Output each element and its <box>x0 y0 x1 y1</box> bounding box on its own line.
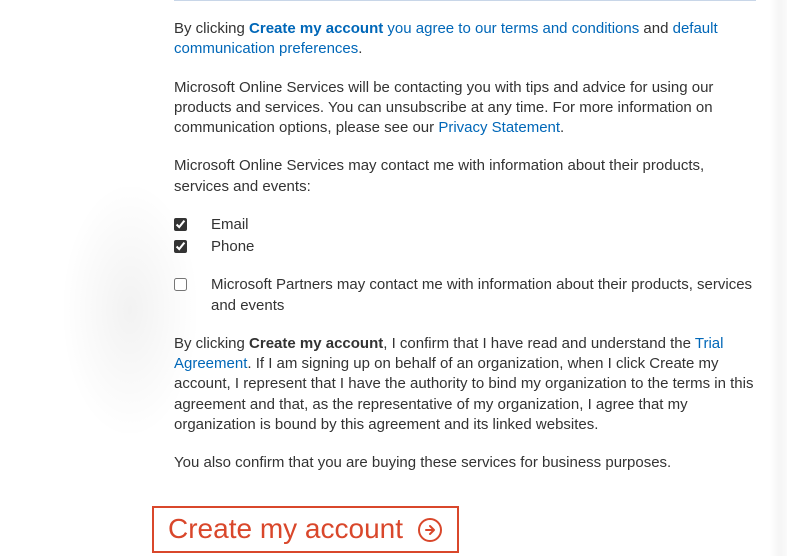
create-account-button-label: Create my account <box>168 514 403 545</box>
label-partners: Microsoft Partners may contact me with i… <box>211 275 756 316</box>
privacy-text-b: . <box>560 119 564 136</box>
trial-mid: , I confirm that I have read and underst… <box>383 335 695 352</box>
terms-period: . <box>358 40 362 57</box>
terms-and: and <box>639 20 672 37</box>
terms-and-conditions-link[interactable]: you agree to our terms and conditions <box>383 20 639 37</box>
option-row-phone: Phone <box>174 237 756 257</box>
trial-rest: . If I am signing up on behalf of an org… <box>174 355 754 433</box>
create-account-button-highlight: Create my account <box>152 506 459 553</box>
privacy-paragraph: Microsoft Online Services will be contac… <box>174 78 756 139</box>
label-phone: Phone <box>211 237 254 257</box>
checkbox-phone[interactable] <box>174 240 187 253</box>
form-consent-section: By clicking Create my account you agree … <box>174 0 756 491</box>
contact-intro: Microsoft Online Services may contact me… <box>174 156 756 197</box>
terms-prefix: By clicking <box>174 20 249 37</box>
partners-paragraph: Microsoft Partners may contact me with i… <box>174 275 756 316</box>
trial-bold: Create my account <box>249 335 383 352</box>
option-row-email: Email <box>174 215 756 235</box>
trial-agreement-paragraph: By clicking Create my account, I confirm… <box>174 334 756 435</box>
business-purposes-paragraph: You also confirm that you are buying the… <box>174 453 756 473</box>
checkbox-partners[interactable] <box>174 278 187 291</box>
checkbox-email[interactable] <box>174 218 187 231</box>
contact-options: Email Phone <box>174 215 756 258</box>
privacy-statement-link[interactable]: Privacy Statement <box>438 119 560 136</box>
trial-prefix: By clicking <box>174 335 249 352</box>
label-email: Email <box>211 215 249 235</box>
arrow-right-circle-icon <box>417 517 443 543</box>
create-account-button[interactable]: Create my account <box>168 514 443 545</box>
top-rule <box>174 0 756 1</box>
create-account-link-bold[interactable]: Create my account <box>249 20 383 37</box>
terms-line: By clicking Create my account you agree … <box>174 19 756 60</box>
